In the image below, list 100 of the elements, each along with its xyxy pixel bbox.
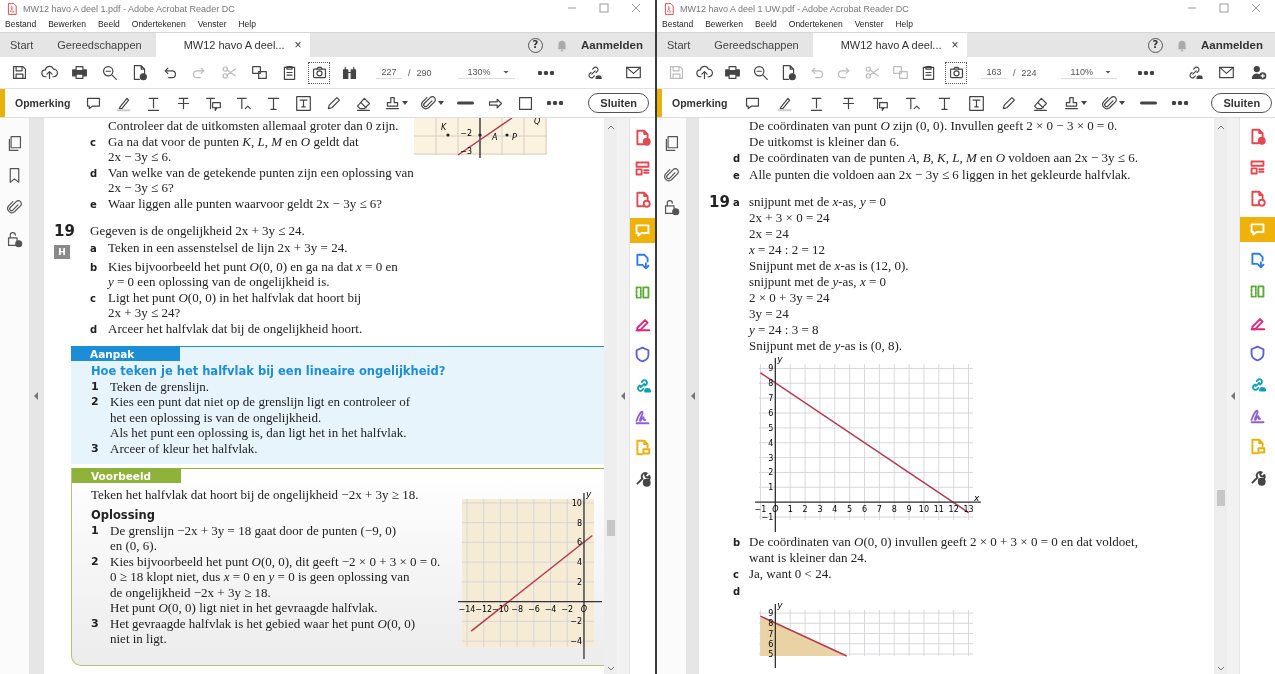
scroll-thumb[interactable] (1216, 490, 1225, 506)
zoom-dropdown[interactable]: 110% (1060, 66, 1117, 79)
question-letter: c (90, 292, 96, 304)
lock-info-icon (663, 198, 680, 216)
menu-item[interactable]: Bewerken (705, 19, 743, 29)
scroll-thumb[interactable] (606, 520, 615, 536)
question-letter: e (733, 170, 740, 181)
tick-label: 4 (768, 438, 774, 448)
tick-label: 1 (768, 483, 774, 493)
scissors-icon (220, 64, 238, 81)
graph-label: Q (533, 118, 541, 126)
save-icon (667, 64, 685, 81)
tick-label: 9 (768, 364, 774, 374)
collapse-arrow-icon[interactable] (1230, 391, 1236, 401)
step-text: Het gevraagde halfvlak is het gebied waar het punt O(0, 0) niet in ligt. (110, 615, 416, 647)
zoom-dropdown[interactable]: 130% (457, 66, 515, 79)
tick-label: 8 (768, 379, 774, 389)
collapse-arrow-icon[interactable] (690, 391, 696, 401)
scroll-down-icon[interactable] (606, 666, 615, 672)
scroll-up-icon[interactable] (1216, 124, 1225, 130)
close-icon (1251, 2, 1261, 13)
collapse-arrow-icon[interactable] (33, 391, 39, 401)
graph-label: −2 (460, 129, 472, 138)
document-tab[interactable]: MW12 havo A deel... × (155, 33, 310, 57)
document-tab[interactable]: MW12 havo A deel... × (812, 33, 967, 57)
document-tab[interactable]: Start (657, 33, 705, 57)
menu-item[interactable]: Bewerken (48, 19, 86, 29)
pages-icon (663, 134, 680, 152)
answer-text: Van welke van de getekende punten zijn een oplossing van 2x − 3y ≤ 6? (108, 164, 414, 196)
answer-text: Arceer het halfvlak dat bij de ongelijkheid hoort. (108, 320, 364, 336)
close-tab-button[interactable]: × (294, 38, 302, 52)
axis-label: y (777, 354, 783, 364)
zoom-out-icon (751, 64, 769, 81)
tick-label: −4 (544, 604, 557, 614)
close-button[interactable] (631, 2, 641, 15)
step-number: 3 (91, 615, 99, 632)
menu-item[interactable]: Help (895, 19, 913, 29)
question-letter: b (90, 261, 98, 273)
page-number-field[interactable]: 227 (376, 66, 402, 79)
line-icon (456, 101, 474, 105)
caret-icon (1119, 101, 1126, 105)
menu-item[interactable]: Bestand (662, 19, 694, 29)
comment-toolbar-label: Opmerking (15, 97, 71, 109)
answer-text: Kies bijvoorbeeld het punt O(0, 0) en ga na dat x = 0 en y = 0 een oplossing van de ongelijkheid is. (108, 258, 399, 290)
compare-icon (250, 64, 268, 81)
graph-label: A (491, 133, 498, 142)
document-tab[interactable]: Gereedschappen (704, 33, 813, 57)
more-icon (547, 101, 564, 105)
menu-item[interactable]: Venster (854, 19, 884, 29)
scrollbar[interactable] (604, 118, 617, 674)
tick-label: 5 (768, 423, 774, 433)
document-tab[interactable]: Gereedschappen (47, 33, 156, 57)
close-button[interactable] (1251, 2, 1261, 15)
question-letter: d (90, 323, 98, 335)
scroll-up-icon[interactable] (606, 124, 615, 130)
exercise-text: Controleer dat de uitkomsten allemaal groter dan 0 zijn. (108, 118, 400, 134)
answer-text: Ga na dat voor de punten K, L, M en O geldt dat 2x − 3y ≤ 6. (108, 133, 360, 165)
page-count: 224 (1021, 67, 1037, 78)
cloud-upload-icon (40, 64, 58, 81)
speech-bubble-icon (634, 222, 651, 239)
menu-item[interactable]: Beeld (98, 19, 120, 29)
menu-item[interactable]: Help (238, 19, 256, 29)
speech-bubble-icon (1249, 221, 1266, 238)
caret-icon (402, 101, 409, 105)
step-text: Arceer of kleur het halfvlak. (110, 440, 258, 456)
scroll-down-icon[interactable] (1216, 666, 1225, 672)
tick-label: 3 (817, 505, 823, 515)
close-tab-button[interactable]: × (951, 38, 959, 52)
tick-label: 1 (787, 505, 793, 515)
scrollbar[interactable] (1214, 118, 1227, 674)
toolbar-button[interactable] (308, 61, 330, 84)
menu-item[interactable]: Beeld (755, 19, 777, 29)
tick-label: 11 (933, 505, 944, 515)
tick-label: −1 (761, 513, 774, 523)
toolbar-button[interactable] (945, 61, 967, 84)
paperclip-icon (1101, 94, 1119, 112)
menu-item[interactable]: Bestand (5, 19, 37, 29)
exercise-text: De coördinaten van punt O zijn (0, 0). Invullen geeft 2 × 0 − 3 × 0 = 0. De uitkomst is kleiner dan 6. (749, 118, 1119, 150)
stamp-icon (384, 94, 402, 112)
sign-in-button[interactable]: Aanmelden (1201, 39, 1263, 51)
menu-item[interactable]: Venster (197, 19, 227, 29)
tick-label: −2 (561, 604, 574, 614)
step-text: De grenslijn −2x + 3y = 18 gaat door de punten (−9, 0) en (0, 6). (110, 522, 397, 554)
page-number-field[interactable]: 163 (981, 66, 1007, 79)
question-letter: d (90, 167, 98, 179)
document-tab[interactable]: Start (0, 33, 48, 57)
maximize-icon (1219, 2, 1229, 13)
link-icon (585, 64, 603, 81)
window-title: MW12 havo A deel 1.pdf - Adobe Acrobat Reader DC (23, 3, 235, 14)
sign-in-button[interactable]: Aanmelden (581, 39, 643, 51)
question-letter: a (733, 197, 740, 208)
answer-text: Teken in een assenstelsel de lijn 2x + 3y = 24. (108, 239, 349, 256)
menu-item[interactable]: Ondertekenen (788, 19, 843, 29)
menu-item[interactable]: Ondertekenen (131, 19, 186, 29)
tick-label: 5 (847, 505, 853, 515)
collapse-arrow-icon[interactable] (620, 391, 626, 401)
lock-info-icon (6, 230, 23, 248)
question-letter: a (90, 242, 97, 254)
answer-text: De coördinaten van O(0, 0) invullen geeft 2 × 0 + 3 × 0 = 0 en dat voldoet, want is kleiner dan 24. (749, 534, 1138, 566)
question-letter: e (90, 198, 97, 210)
